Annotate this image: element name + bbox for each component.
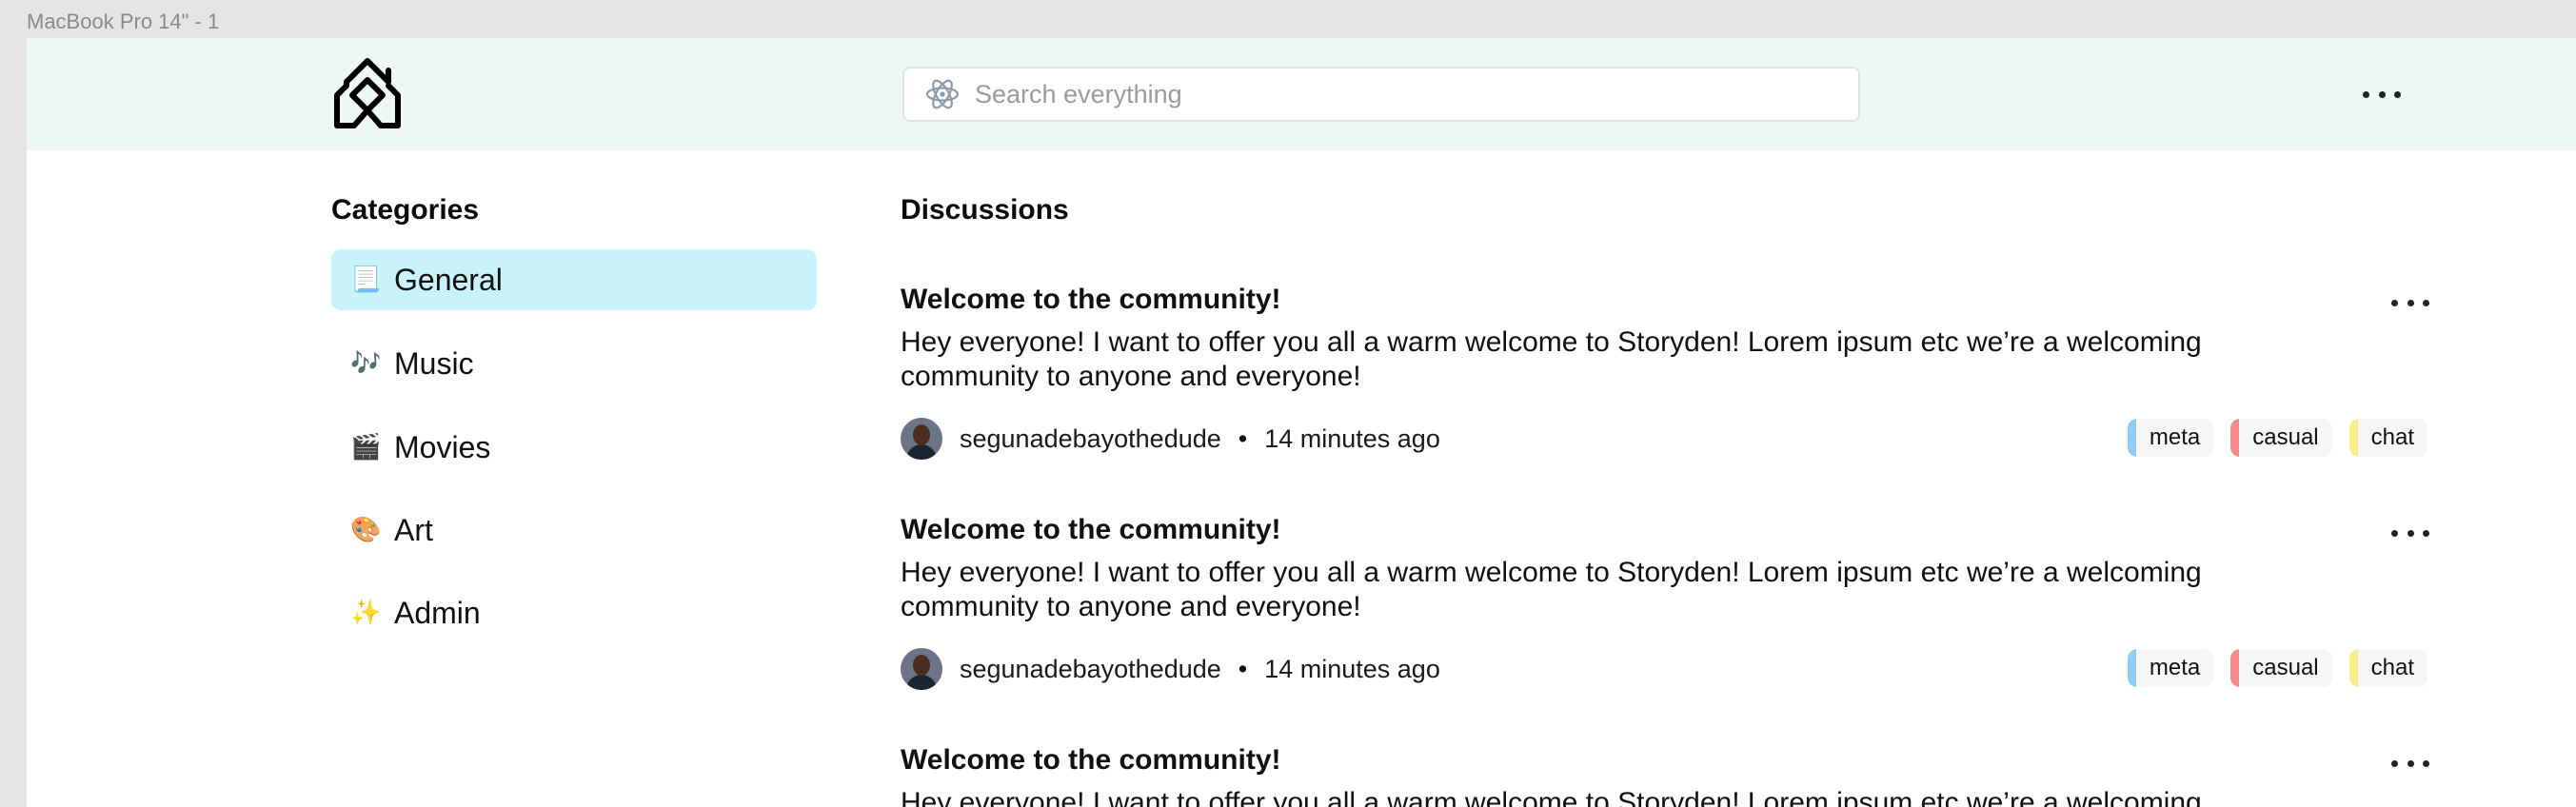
post-options-icon[interactable] — [2391, 754, 2429, 773]
categories-heading: Categories — [331, 194, 480, 226]
category-item-admin[interactable]: ✨ Admin — [331, 582, 817, 643]
timestamp: 14 minutes ago — [1264, 423, 1440, 453]
meta-separator: • — [1238, 423, 1248, 453]
tag-list: meta casual chat — [2127, 419, 2427, 457]
frame-label: MacBook Pro 14" - 1 — [27, 10, 220, 33]
discussion-title[interactable]: Welcome to the community! — [901, 514, 1281, 546]
palette-icon: 🎨 — [350, 516, 382, 544]
scroll-icon: 📃 — [350, 266, 382, 294]
tag-meta[interactable]: meta — [2127, 419, 2214, 457]
category-label: Movies — [394, 429, 491, 464]
tag-list: meta casual chat — [2127, 649, 2427, 687]
timestamp: 14 minutes ago — [1264, 654, 1440, 683]
atom-icon — [925, 79, 960, 109]
discussion-title[interactable]: Welcome to the community! — [901, 744, 1281, 777]
tag-chat[interactable]: chat — [2348, 419, 2427, 457]
discussion-body: Hey everyone! I want to offer you all a … — [901, 787, 2202, 807]
search-bar[interactable] — [902, 67, 1860, 122]
top-bar — [27, 38, 2576, 150]
category-item-movies[interactable]: 🎬 Movies — [331, 417, 817, 478]
category-label: Art — [394, 512, 433, 547]
discussion-body: Hey everyone! I want to offer you all a … — [901, 326, 2202, 392]
storyden-logo-icon[interactable] — [331, 57, 404, 129]
app-canvas: Categories 📃 General 🎶 Music 🎬 Movies 🎨 … — [27, 38, 2576, 807]
author-name[interactable]: segunadebayothedude — [960, 424, 1221, 454]
sparkles-icon: ✨ — [350, 599, 382, 627]
post-options-icon[interactable] — [2391, 293, 2429, 312]
category-label: General — [394, 262, 503, 297]
category-item-art[interactable]: 🎨 Art — [331, 500, 817, 561]
category-item-general[interactable]: 📃 General — [331, 249, 817, 310]
discussion-title[interactable]: Welcome to the community! — [901, 284, 1281, 316]
category-label: Admin — [394, 595, 481, 630]
music-notes-icon: 🎶 — [350, 349, 382, 378]
tag-casual[interactable]: casual — [2230, 419, 2332, 457]
more-options-icon[interactable] — [2363, 85, 2401, 104]
category-item-music[interactable]: 🎶 Music — [331, 333, 817, 394]
tag-casual[interactable]: casual — [2230, 649, 2332, 687]
discussion-meta: segunadebayothedude • 14 minutes ago — [901, 647, 1440, 691]
author-name[interactable]: segunadebayothedude — [960, 655, 1221, 684]
tag-chat[interactable]: chat — [2348, 649, 2427, 687]
category-label: Music — [394, 345, 474, 381]
meta-separator: • — [1238, 654, 1248, 683]
post-options-icon[interactable] — [2391, 523, 2429, 542]
discussions-heading: Discussions — [901, 194, 1069, 226]
avatar[interactable] — [901, 648, 942, 690]
discussion-meta: segunadebayothedude • 14 minutes ago — [901, 417, 1440, 461]
search-input[interactable] — [973, 78, 1814, 110]
discussion-body: Hey everyone! I want to offer you all a … — [901, 557, 2202, 622]
avatar[interactable] — [901, 418, 942, 460]
clapper-board-icon: 🎬 — [350, 433, 382, 462]
tag-meta[interactable]: meta — [2127, 649, 2214, 687]
